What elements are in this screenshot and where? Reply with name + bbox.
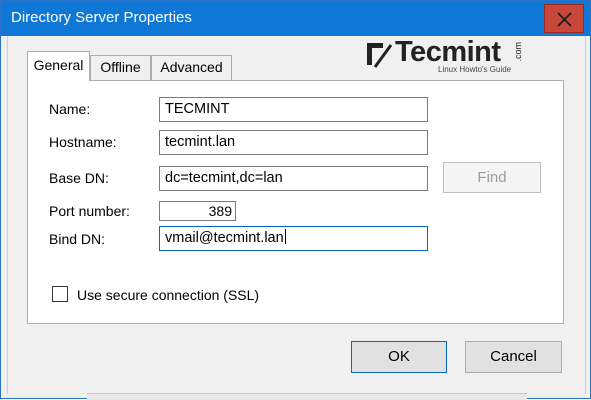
ssl-checkbox-label[interactable]: Use secure connection (SSL) — [77, 287, 259, 303]
cancel-button[interactable]: Cancel — [465, 341, 562, 373]
title-bar[interactable]: Directory Server Properties — [1, 1, 590, 36]
text-caret — [284, 229, 286, 244]
hostname-field[interactable]: tecmint.lan — [159, 130, 428, 155]
port-label: Port number: — [49, 203, 130, 219]
name-label: Name: — [49, 101, 91, 117]
close-button[interactable] — [544, 4, 584, 33]
port-field[interactable]: 389 — [159, 201, 236, 221]
bind-dn-value: vmail@tecmint.lan — [165, 230, 284, 246]
logo-domain: .com — [513, 42, 523, 62]
bind-dn-label: Bind DN: — [49, 231, 106, 247]
tab-advanced-label: Advanced — [160, 59, 223, 75]
hostname-label: Hostname: — [49, 134, 117, 150]
tab-advanced[interactable]: Advanced — [151, 55, 232, 80]
logo-mark-icon — [367, 43, 393, 68]
base-dn-label: Base DN: — [49, 170, 109, 186]
base-dn-field[interactable]: dc=tecmint,dc=lan — [159, 166, 428, 191]
ssl-checkbox[interactable] — [52, 286, 68, 302]
close-icon — [557, 12, 572, 27]
bind-dn-field[interactable]: vmail@tecmint.lan — [159, 226, 428, 251]
tab-general-label: General — [33, 57, 84, 73]
find-button-label: Find — [477, 169, 507, 186]
logo-tagline: Linux Howto's Guide — [438, 65, 512, 74]
ok-button-label: OK — [388, 348, 410, 365]
tecmint-logo: Tecmint .com Linux Howto's Guide — [363, 36, 533, 74]
window-title: Directory Server Properties — [11, 9, 192, 26]
cancel-button-label: Cancel — [490, 348, 537, 365]
ok-button[interactable]: OK — [351, 341, 447, 373]
tab-offline[interactable]: Offline — [90, 55, 151, 80]
tab-general[interactable]: General — [27, 51, 90, 81]
find-button[interactable]: Find — [443, 162, 541, 193]
name-field[interactable]: TECMINT — [159, 97, 428, 122]
tab-offline-label: Offline — [100, 59, 141, 75]
